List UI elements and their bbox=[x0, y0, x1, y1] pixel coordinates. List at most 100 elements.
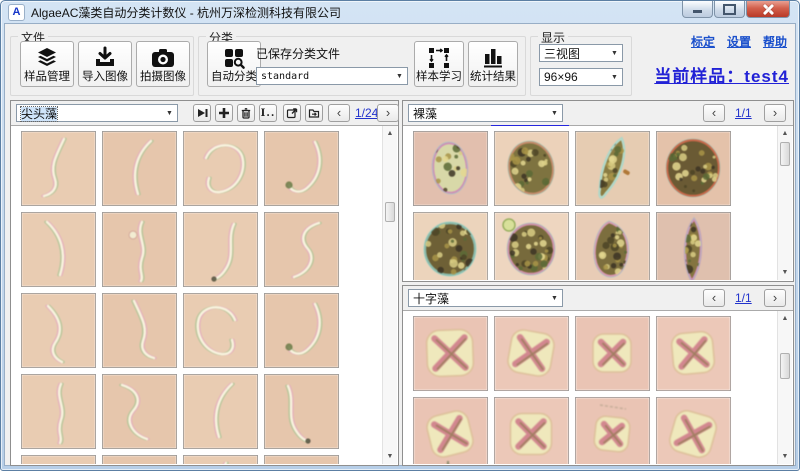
title-bar[interactable]: A AlgaeAC藻类自动分类计数仪 - 杭州万深检测科技有限公司 bbox=[1, 1, 799, 23]
capture-images-button[interactable]: 拍摄图像 bbox=[136, 41, 190, 87]
thumbnail-left-2[interactable] bbox=[102, 131, 177, 206]
thumbnail-left-13[interactable] bbox=[21, 374, 96, 449]
chevron-down-icon: ▼ bbox=[547, 295, 562, 302]
thumbnail-left-17[interactable] bbox=[21, 455, 96, 464]
view-mode-select[interactable]: 三视图 ▼ bbox=[539, 44, 623, 62]
rename-button[interactable]: I.. bbox=[259, 104, 277, 122]
panel-right-bottom-header: 十字藻 ▼ ‹ 1/1 › bbox=[403, 286, 793, 311]
statistics-button[interactable]: 统计结果 bbox=[468, 41, 518, 87]
export-image-button[interactable] bbox=[283, 104, 301, 122]
app-logo-icon: A bbox=[8, 4, 25, 21]
thumbnail-left-4[interactable] bbox=[264, 131, 339, 206]
move-to-folder-button[interactable] bbox=[305, 104, 323, 122]
thumbnail-grid-left bbox=[12, 126, 381, 464]
thumbnail-left-20[interactable] bbox=[264, 455, 339, 464]
statistics-label: 统计结果 bbox=[470, 71, 516, 84]
scroll-down-icon[interactable]: ▼ bbox=[778, 266, 792, 279]
scroll-down-icon[interactable]: ▼ bbox=[778, 450, 792, 463]
next-page-button-right-top[interactable]: › bbox=[764, 104, 786, 122]
settings-link[interactable]: 设置 bbox=[727, 33, 751, 50]
cell-size-select[interactable]: 96×96 ▼ bbox=[539, 68, 623, 86]
scroll-up-icon[interactable]: ▲ bbox=[778, 127, 792, 140]
scroll-down-icon[interactable]: ▼ bbox=[383, 450, 397, 463]
camera-icon bbox=[150, 46, 176, 70]
thumbnail-right_top-3[interactable] bbox=[575, 131, 650, 206]
page-indicator-right-bottom[interactable]: 1/1 bbox=[735, 291, 752, 305]
sample-learning-button[interactable]: 样本学习 bbox=[414, 41, 464, 87]
scroll-up-icon[interactable]: ▲ bbox=[383, 127, 397, 140]
chevron-down-icon: ▼ bbox=[607, 74, 622, 81]
thumbnail-left-15[interactable] bbox=[183, 374, 258, 449]
export-icon bbox=[286, 107, 298, 119]
scrollbar-right-top-panel[interactable]: ▲ ▼ bbox=[777, 126, 792, 280]
skip-to-end-button[interactable] bbox=[193, 104, 211, 122]
thumbnail-right_bottom-5[interactable] bbox=[413, 397, 488, 464]
calibrate-link[interactable]: 标定 bbox=[691, 33, 715, 50]
thumbnail-right_bottom-8[interactable] bbox=[656, 397, 731, 464]
thumbnail-left-1[interactable] bbox=[21, 131, 96, 206]
prev-page-button-left[interactable]: ‹ bbox=[328, 104, 350, 122]
thumbnail-left-5[interactable] bbox=[21, 212, 96, 287]
thumbnail-left-19[interactable] bbox=[183, 455, 258, 464]
thumbnail-left-9[interactable] bbox=[21, 293, 96, 368]
thumbnail-left-10[interactable] bbox=[102, 293, 177, 368]
help-link[interactable]: 帮助 bbox=[763, 33, 787, 50]
prev-page-button-right-bottom[interactable]: ‹ bbox=[703, 289, 725, 307]
page-indicator-left[interactable]: 1/24 bbox=[355, 106, 378, 120]
sample-manage-button[interactable]: 样品管理 bbox=[20, 41, 74, 87]
capture-images-label: 拍摄图像 bbox=[140, 71, 186, 84]
next-page-button-right-bottom[interactable]: › bbox=[764, 289, 786, 307]
chevron-down-icon: ▼ bbox=[392, 73, 407, 80]
thumbnail-right_top-4[interactable] bbox=[656, 131, 731, 206]
current-sample-label[interactable]: 当前样品：test4 bbox=[654, 62, 789, 87]
thumbnail-left-8[interactable] bbox=[264, 212, 339, 287]
thumbnail-left-11[interactable] bbox=[183, 293, 258, 368]
thumbnail-left-7[interactable] bbox=[183, 212, 258, 287]
thumbnail-right_bottom-3[interactable] bbox=[575, 316, 650, 391]
page-indicator-right-top[interactable]: 1/1 bbox=[735, 106, 752, 120]
thumbnail-right_top-8[interactable] bbox=[656, 212, 731, 280]
bar-chart-icon bbox=[482, 46, 504, 70]
saved-file-select[interactable]: standard ▼ bbox=[256, 67, 408, 85]
thumbnail-left-18[interactable] bbox=[102, 455, 177, 464]
species-select-left[interactable]: 尖头藻 ▼ bbox=[16, 104, 178, 122]
thumbnail-left-14[interactable] bbox=[102, 374, 177, 449]
thumbnail-right_bottom-4[interactable] bbox=[656, 316, 731, 391]
scroll-up-icon[interactable]: ▲ bbox=[778, 312, 792, 325]
species-select-right-top[interactable]: 裸藻 ▼ bbox=[408, 104, 563, 122]
maximize-button[interactable] bbox=[714, 1, 745, 18]
import-images-button[interactable]: 导入图像 bbox=[78, 41, 132, 87]
scrollbar-left-panel[interactable]: ▲ ▼ bbox=[382, 126, 397, 464]
client-area: 文件 样品管理 导入图像 bbox=[4, 23, 796, 466]
thumbnail-right_bottom-6[interactable] bbox=[494, 397, 569, 464]
close-button[interactable] bbox=[746, 1, 790, 18]
thumbnail-left-16[interactable] bbox=[264, 374, 339, 449]
chevron-down-icon: ▼ bbox=[547, 110, 562, 117]
thumbnail-right_top-1[interactable] bbox=[413, 131, 488, 206]
top-links: 标定 设置 帮助 bbox=[691, 33, 787, 50]
thumbnail-right_bottom-2[interactable] bbox=[494, 316, 569, 391]
thumbnail-right_bottom-1[interactable] bbox=[413, 316, 488, 391]
thumbnail-right_top-5[interactable] bbox=[413, 212, 488, 280]
auto-classify-button[interactable]: 自动分类 bbox=[207, 41, 261, 87]
thumbnail-right_top-2[interactable] bbox=[494, 131, 569, 206]
thumbnail-right_top-7[interactable] bbox=[575, 212, 650, 280]
display-group: 显示 三视图 ▼ 96×96 ▼ bbox=[530, 36, 632, 96]
grid-search-icon bbox=[222, 46, 246, 70]
scroll-thumb[interactable] bbox=[780, 142, 790, 166]
scroll-thumb[interactable] bbox=[780, 353, 790, 379]
next-page-button-left[interactable]: › bbox=[377, 104, 399, 122]
thumbnail-right_top-6[interactable] bbox=[494, 212, 569, 280]
scrollbar-right-bottom-panel[interactable]: ▲ ▼ bbox=[777, 311, 792, 464]
file-group: 文件 样品管理 导入图像 bbox=[10, 36, 194, 96]
add-button[interactable] bbox=[215, 104, 233, 122]
thumbnail-left-6[interactable] bbox=[102, 212, 177, 287]
thumbnail-left-3[interactable] bbox=[183, 131, 258, 206]
thumbnail-right_bottom-7[interactable] bbox=[575, 397, 650, 464]
thumbnail-left-12[interactable] bbox=[264, 293, 339, 368]
scroll-thumb[interactable] bbox=[385, 202, 395, 222]
delete-button[interactable] bbox=[237, 104, 255, 122]
species-select-right-bottom[interactable]: 十字藻 ▼ bbox=[408, 289, 563, 307]
minimize-button[interactable] bbox=[682, 1, 713, 18]
prev-page-button-right-top[interactable]: ‹ bbox=[703, 104, 725, 122]
